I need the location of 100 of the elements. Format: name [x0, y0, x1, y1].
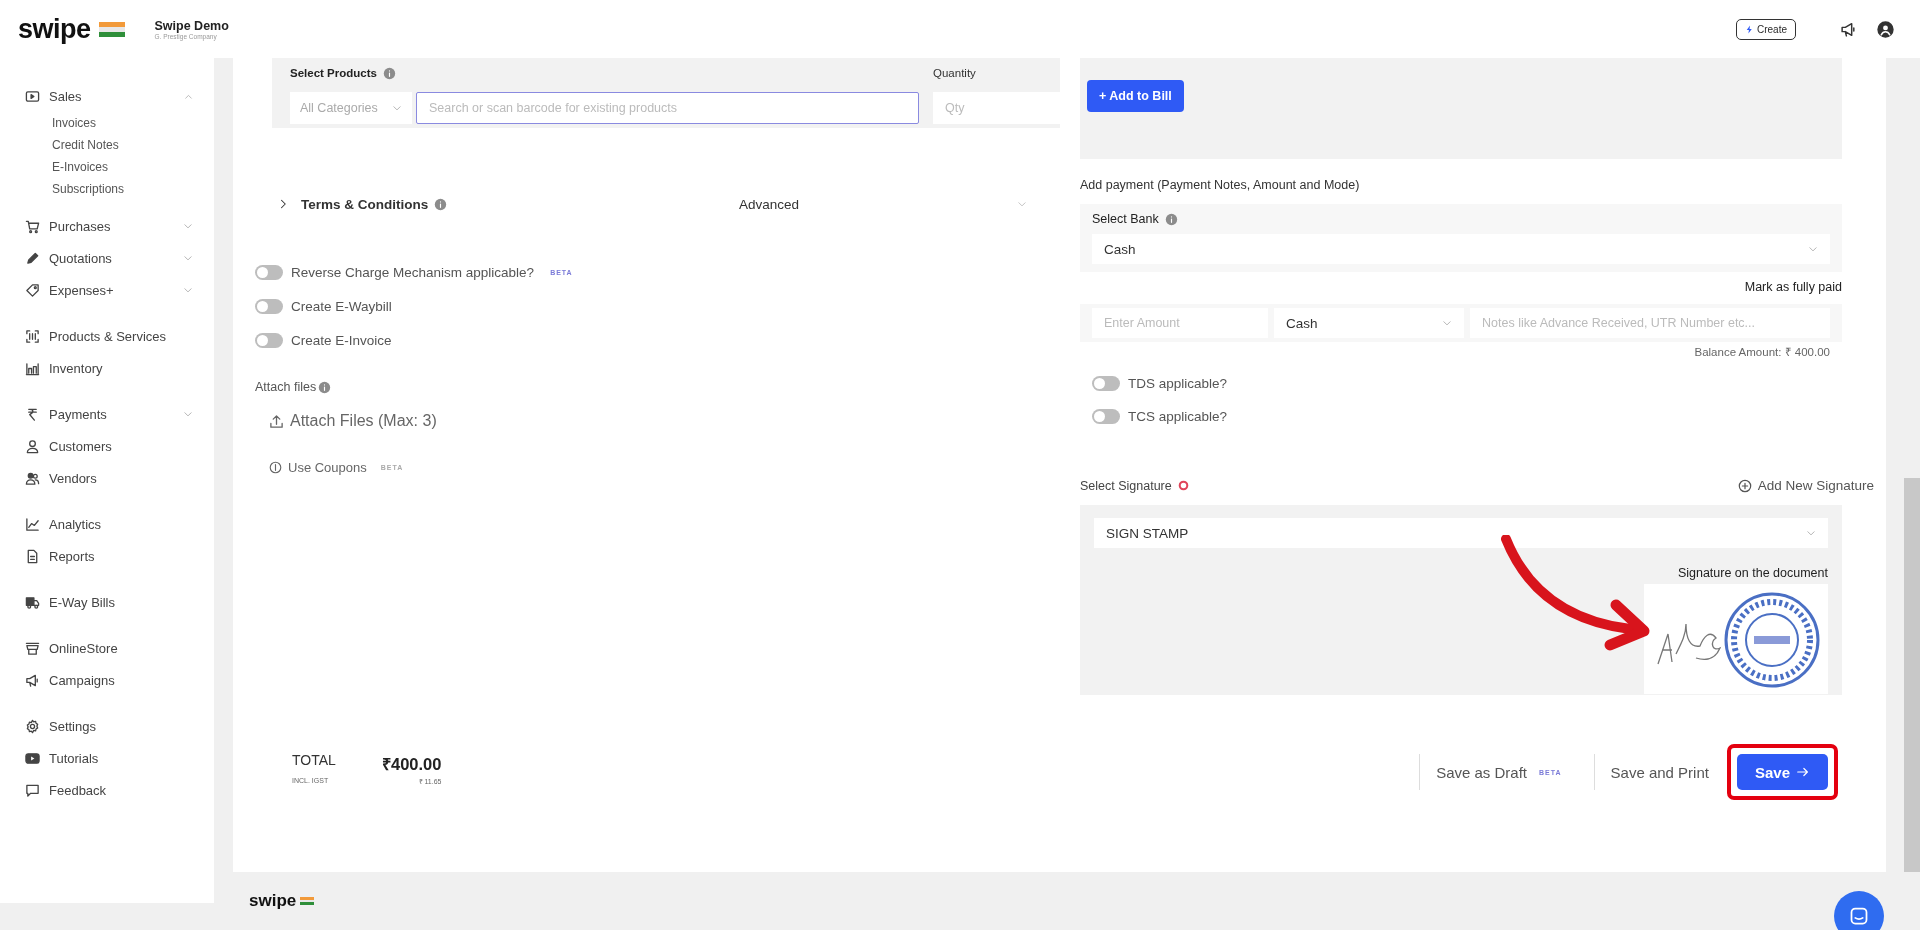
use-coupons-link[interactable]: Use Coupons — [288, 460, 367, 475]
sidebar-item[interactable]: Tutorials — [25, 742, 193, 774]
pencil-icon — [25, 250, 40, 266]
sidebar-subitem[interactable]: Credit Notes — [52, 134, 214, 156]
info-icon — [382, 66, 396, 80]
required-icon — [1177, 480, 1189, 491]
balance-amount: Balance Amount: ₹ 400.00 — [1693, 345, 1830, 359]
sidebar-item[interactable]: Sales — [25, 80, 193, 112]
info-icon — [318, 380, 332, 394]
info-icon — [434, 197, 448, 211]
payment-mode-dropdown[interactable]: Cash — [1274, 308, 1464, 338]
sidebar-item[interactable]: Payments — [25, 398, 193, 430]
chevron-down-icon — [183, 285, 193, 295]
select-products-label: Select Products — [290, 67, 377, 79]
scan-icon — [25, 328, 40, 344]
sidebar-item[interactable]: Inventory — [25, 352, 193, 384]
company-name[interactable]: Swipe Demo — [154, 18, 229, 33]
sidebar-subitem[interactable]: Invoices — [52, 112, 214, 134]
attach-files-label: Attach files — [255, 380, 317, 394]
sidebar-item[interactable]: Vendors — [25, 462, 193, 494]
chat-icon — [1849, 906, 1869, 926]
toggle-switch[interactable] — [255, 298, 283, 314]
sidebar-item[interactable]: Analytics — [25, 508, 193, 540]
people-icon — [25, 470, 40, 486]
chat-button[interactable] — [1834, 891, 1884, 930]
upload-icon — [269, 413, 284, 429]
megaphone-icon — [1840, 20, 1857, 38]
attach-files-button[interactable]: Attach Files (Max: 3) — [269, 412, 437, 430]
footer-logo[interactable]: swipe — [249, 891, 297, 911]
line-chart-icon — [25, 516, 40, 532]
total-label: TOTAL — [292, 752, 337, 770]
plus-circle-icon — [1737, 478, 1752, 493]
total-amount: ₹400.00 — [382, 754, 442, 775]
sidebar-item[interactable]: Customers — [25, 430, 193, 462]
chevron-down-icon — [392, 103, 402, 113]
chevron-down-icon — [1806, 528, 1816, 538]
user-icon — [1877, 20, 1894, 38]
signature-dropdown[interactable]: SIGN STAMP — [1094, 518, 1828, 548]
save-button[interactable]: Save — [1736, 754, 1828, 790]
play-icon — [25, 750, 40, 766]
chevron-down-icon — [183, 409, 193, 419]
save-print-button[interactable]: Save and Print — [1593, 754, 1725, 790]
mark-fully-paid-link[interactable]: Mark as fully paid — [1744, 280, 1842, 294]
select-bank-label: Select Bank — [1092, 212, 1159, 226]
chevron-down-icon — [1017, 199, 1027, 209]
payment-notes-field[interactable]: Notes like Advance Received, UTR Number etc... — [1470, 308, 1830, 338]
rupee-icon — [25, 406, 40, 422]
create-button[interactable]: Create — [1736, 18, 1796, 40]
toggle-switch[interactable] — [1092, 408, 1120, 424]
tag-icon — [25, 282, 40, 298]
cart-icon — [25, 218, 40, 234]
sidebar-item[interactable]: Products & Services — [25, 320, 193, 352]
toggle-label: Reverse Charge Mechanism applicable? — [291, 264, 535, 280]
quantity-label: Quantity — [933, 66, 977, 81]
add-payment-title: Add payment (Payment Notes, Amount and Mode) — [1080, 178, 1361, 194]
sidebar-subitem[interactable]: E-Invoices — [52, 156, 214, 178]
sidebar-item[interactable]: Campaigns — [25, 664, 193, 696]
logo[interactable]: swipe — [18, 13, 91, 45]
add-to-bill-button[interactable]: + Add to Bill — [1087, 80, 1184, 112]
info-icon — [1164, 212, 1178, 226]
megaphone-icon — [25, 672, 40, 688]
sidebar-item[interactable]: E-Way Bills — [25, 586, 193, 618]
lightning-icon — [1745, 24, 1754, 34]
terms-conditions-toggle[interactable]: Terms & Conditions — [301, 196, 429, 212]
advanced-dropdown[interactable]: Advanced — [733, 195, 1033, 213]
sidebar-subitem[interactable]: Subscriptions — [52, 178, 214, 200]
sidebar-item[interactable]: Purchases — [25, 210, 193, 242]
toggle-label: Create E-Invoice — [291, 332, 392, 348]
video-icon — [25, 88, 40, 104]
chevron-down-icon — [1442, 318, 1452, 328]
chevron-down-icon — [1808, 244, 1818, 254]
select-signature-label: Select Signature — [1080, 478, 1172, 493]
sidebar-item[interactable]: Feedback — [25, 774, 193, 806]
amount-field[interactable]: Enter Amount — [1092, 308, 1268, 338]
toggle-label: TCS applicable? — [1128, 408, 1228, 424]
sidebar-item[interactable]: Quotations — [25, 242, 193, 274]
gear-icon — [25, 718, 40, 734]
chevron-down-icon — [183, 221, 193, 231]
store-icon — [25, 640, 40, 656]
sidebar-item[interactable]: Reports — [25, 540, 193, 572]
chat-icon — [25, 782, 40, 798]
person-icon — [25, 438, 40, 454]
sidebar-item[interactable]: Settings — [25, 710, 193, 742]
toggle-label: TDS applicable? — [1128, 375, 1228, 391]
signature-caption: Signature on the document — [1676, 566, 1828, 580]
sidebar-item[interactable]: OnlineStore — [25, 632, 193, 664]
flag-icon — [300, 897, 315, 905]
product-search-field[interactable]: Search or scan barcode for existing products — [416, 92, 919, 124]
toggle-switch[interactable] — [255, 264, 283, 280]
scrollbar[interactable] — [1904, 478, 1920, 872]
sidebar-item[interactable]: Expenses+ — [25, 274, 193, 306]
toggle-switch[interactable] — [255, 332, 283, 348]
bank-dropdown[interactable]: Cash — [1092, 234, 1830, 264]
arrow-right-icon — [1796, 765, 1810, 779]
toggle-switch[interactable] — [1092, 375, 1120, 391]
document-icon — [25, 548, 40, 564]
truck-icon — [25, 594, 40, 610]
add-signature-button[interactable]: Add New Signature — [1737, 478, 1874, 493]
chevron-down-icon — [183, 253, 193, 263]
toggle-label: Create E-Waybill — [291, 298, 392, 314]
